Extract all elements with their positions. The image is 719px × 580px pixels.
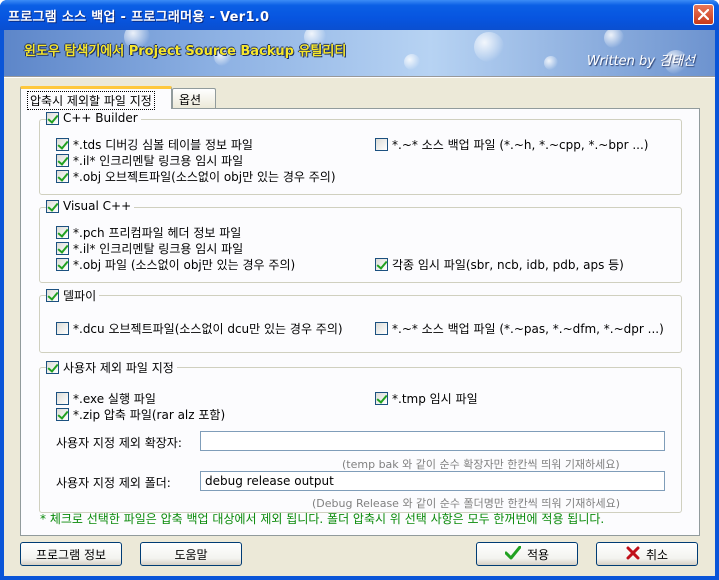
checkbox[interactable] [56,408,69,421]
button-label: 도움말 [174,547,208,562]
group-cpp-builder: C++ Builder *.tds 디버깅 심볼 테이블 정보 파일 *.~* … [39,111,682,195]
group-delphi-header[interactable]: 델파이 [46,287,100,304]
tab-label: 옵션 [179,93,202,107]
option-label: *.il* 인크리멘탈 링크용 임시 파일 [73,242,244,256]
group-label: Visual C++ [63,199,132,213]
checkbox[interactable] [56,170,69,183]
option-ilk[interactable]: *.il* 인크리멘탈 링크용 임시 파일 [56,240,243,257]
option-label: *.obj 파일 (소스없이 obj만 있는 경우 주의) [73,258,296,272]
checkbox[interactable] [56,226,69,239]
tab-options[interactable]: 옵션 [172,88,216,108]
user-exclude-checkbox[interactable] [46,361,59,374]
button-label: 취소 [645,547,669,562]
option-obj[interactable]: *.obj 오브젝트파일(소스없이 obj만 있는 경우 주의) [56,168,336,185]
option-label: *.exe 실행 파일 [73,392,156,406]
footnote: * 체크로 선택한 파일은 압축 백업 대상에서 제외 됩니다. 폴더 압축시 … [40,512,605,526]
header-banner: 윈도우 탐색기에서 Project Source Backup 유틸리티 Wri… [4,30,715,76]
close-icon [698,9,709,20]
checkbox[interactable] [375,138,388,151]
option-tds[interactable]: *.tds 디버깅 심볼 테이블 정보 파일 [56,136,253,153]
folder-label: 사용자 지정 제외 폴더: [56,476,171,490]
button-label: 프로그램 정보 [35,547,107,562]
checkbox[interactable] [56,392,69,405]
ext-hint: (temp bak 와 같이 순수 확장자만 한칸씩 띄워 기재하세요) [342,458,620,471]
checkbox[interactable] [56,138,69,151]
checkbox[interactable] [375,322,388,335]
group-label: 델파이 [63,289,97,303]
window-title: 프로그램 소스 백업 - 프로그래머용 - Ver1.0 [8,10,270,25]
delphi-checkbox[interactable] [46,289,59,302]
title-bar[interactable]: 프로그램 소스 백업 - 프로그래머용 - Ver1.0 [0,0,719,30]
group-label: C++ Builder [63,111,138,125]
group-user-exclude-header[interactable]: 사용자 제외 파일 지정 [46,359,177,376]
option-label: *.tmp 임시 파일 [392,392,478,406]
cpp-builder-checkbox[interactable] [46,111,59,125]
checkbox[interactable] [56,322,69,335]
option-label: *.obj 오브젝트파일(소스없이 obj만 있는 경우 주의) [73,170,336,184]
group-visual-cpp-header[interactable]: Visual C++ [46,199,135,213]
option-temp-files[interactable]: 각종 임시 파일(sbr, ncb, idb, pdb, aps 등) [375,256,624,273]
option-label: *.~* 소스 백업 파일 (*.~pas, *.~dfm, *.~dpr ..… [392,322,664,336]
x-icon [626,546,640,563]
group-user-exclude: 사용자 제외 파일 지정 *.exe 실행 파일 *.tmp 임시 파일 *.z… [39,359,682,513]
banner-title: 윈도우 탐색기에서 Project Source Backup 유틸리티 [24,44,347,59]
option-label: *.dcu 오브젝트파일(소스없이 dcu만 있는 경우 주의) [73,322,343,336]
dialog-body: 윈도우 탐색기에서 Project Source Backup 유틸리티 Wri… [4,30,715,576]
tab-panel: C++ Builder *.tds 디버깅 심볼 테이블 정보 파일 *.~* … [20,108,700,536]
option-exe[interactable]: *.exe 실행 파일 [56,390,156,407]
option-label: 각종 임시 파일(sbr, ncb, idb, pdb, aps 등) [392,258,624,272]
tab-label: 압축시 제외할 파일 지정 [27,91,155,110]
option-label: *.tds 디버깅 심볼 테이블 정보 파일 [73,138,253,152]
checkbox[interactable] [56,258,69,271]
apply-button[interactable]: 적용 [476,542,578,566]
banner-divider [4,76,715,78]
checkbox[interactable] [56,242,69,255]
group-visual-cpp: Visual C++ *.pch 프리컴파일 헤더 정보 파일 *.il* 인크… [39,199,682,283]
checkbox[interactable] [375,258,388,271]
cancel-button[interactable]: 취소 [596,542,698,566]
ext-input[interactable] [200,431,665,451]
folder-hint: (Debug Release 와 같이 순수 폴더명만 한칸씩 띄워 기재하세요… [312,497,620,510]
option-delphi-backup[interactable]: *.~* 소스 백업 파일 (*.~pas, *.~dfm, *.~dpr ..… [375,320,664,337]
option-label: *.il* 인크리멘탈 링크용 임시 파일 [73,154,244,168]
tab-exclude-files[interactable]: 압축시 제외할 파일 지정 [20,86,172,110]
banner-author: Written by 김태선 [586,54,695,69]
group-cpp-builder-header[interactable]: C++ Builder [46,111,141,125]
option-pch[interactable]: *.pch 프리컴파일 헤더 정보 파일 [56,224,241,241]
check-icon [504,545,522,563]
checkbox[interactable] [56,154,69,167]
button-label: 적용 [526,547,550,562]
option-label: *.pch 프리컴파일 헤더 정보 파일 [73,226,242,240]
option-obj[interactable]: *.obj 파일 (소스없이 obj만 있는 경우 주의) [56,256,295,273]
option-ilk[interactable]: *.il* 인크리멘탈 링크용 임시 파일 [56,152,243,169]
group-label: 사용자 제외 파일 지정 [63,361,174,375]
option-zip[interactable]: *.zip 압축 파일(rar alz 포함) [56,406,225,423]
visual-cpp-checkbox[interactable] [46,199,59,213]
app-window: 프로그램 소스 백업 - 프로그래머용 - Ver1.0 윈도우 탐색기에서 P… [0,0,719,580]
help-button[interactable]: 도움말 [140,542,242,566]
folder-input[interactable]: debug release output [200,471,665,491]
option-label: *.~* 소스 백업 파일 (*.~h, *.~cpp, *.~bpr ...) [392,138,649,152]
ext-label: 사용자 지정 제외 확장자: [56,436,182,450]
option-dcu[interactable]: *.dcu 오브젝트파일(소스없이 dcu만 있는 경우 주의) [56,320,343,337]
close-button[interactable] [693,4,714,25]
option-cpp-backup[interactable]: *.~* 소스 백업 파일 (*.~h, *.~cpp, *.~bpr ...) [375,136,648,153]
program-info-button[interactable]: 프로그램 정보 [20,542,122,566]
checkbox[interactable] [375,392,388,405]
group-delphi: 델파이 *.dcu 오브젝트파일(소스없이 dcu만 있는 경우 주의) *.~… [39,287,682,353]
option-tmp[interactable]: *.tmp 임시 파일 [375,390,478,407]
option-label: *.zip 압축 파일(rar alz 포함) [73,408,226,422]
